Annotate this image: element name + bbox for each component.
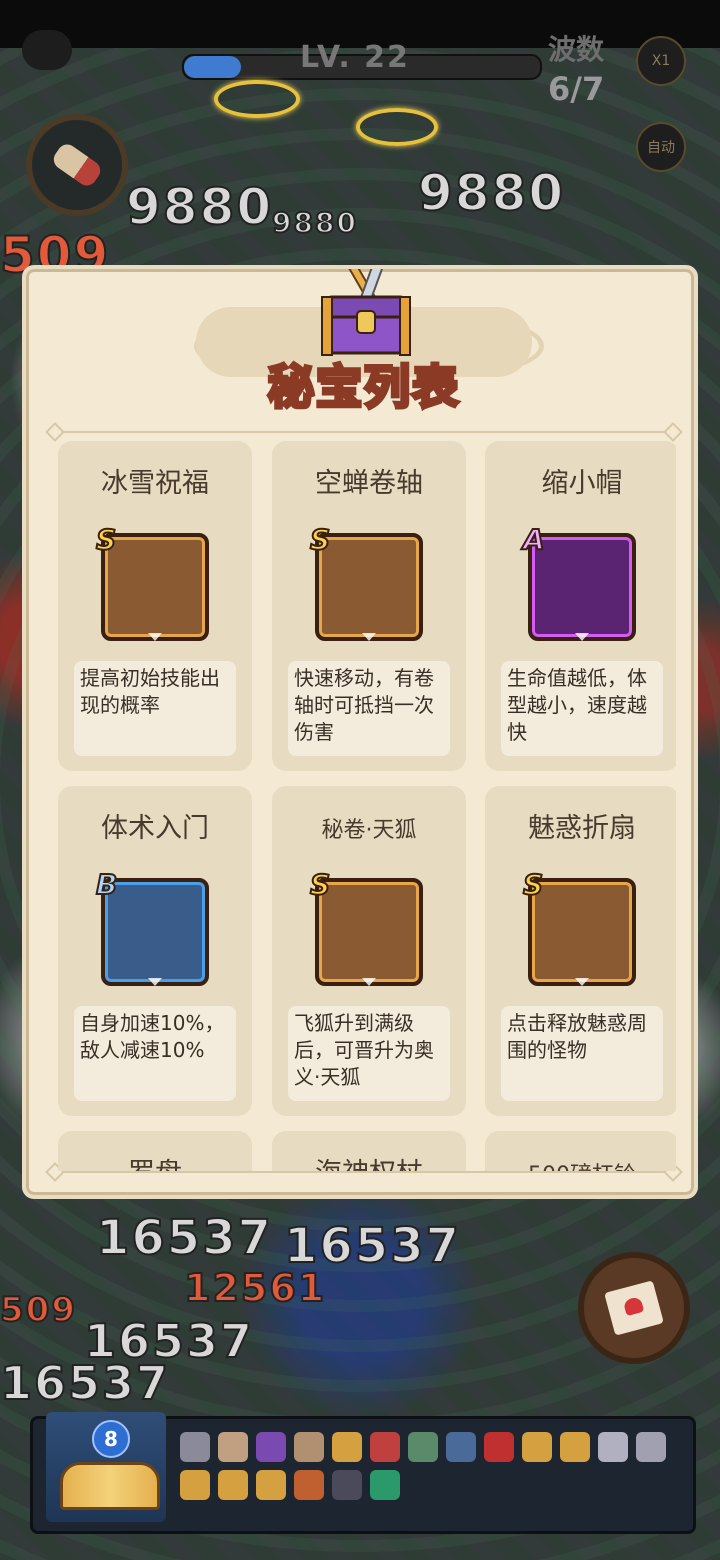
gold-ring-effect [356,108,438,146]
inventory-treasure-icon[interactable] [522,1432,552,1462]
treasure-card[interactable]: 罗盘 [58,1131,252,1171]
divider-top [54,431,674,433]
treasure-description: 提高初始技能出现的概率 [74,661,236,756]
inventory-treasure-icon[interactable] [256,1432,286,1462]
treasure-name: 罗盘 [58,1151,252,1171]
grade-badge: S [309,522,331,557]
pointer-arrow [148,978,162,986]
scroll-skill-button[interactable] [26,114,128,216]
treasure-grid[interactable]: 冰雪祝福 S 提高初始技能出现的概率 空蝉卷轴 S 快速移动，有卷轴时可抵挡一次伤害 缩小帽… [58,441,676,1171]
treasure-list-dialog: 秘宝列表 冰雪祝福 S 提高初始技能出现的概率 空蝉卷轴 S 快速移动，有卷轴时可抵挡一次… [22,265,698,1199]
treasure-name: 海神权杖 [272,1151,466,1171]
inventory-treasure-icon[interactable] [294,1432,324,1462]
treasure-description: 点击释放魅惑周围的怪物 [501,1006,663,1101]
inventory-treasure-icon[interactable] [408,1432,438,1462]
treasure-name: 魅惑折扇 [528,813,636,844]
pointer-arrow [575,978,589,986]
dialog-title: 秘宝列表 [266,358,460,416]
divider-bottom [54,1171,674,1173]
pointer-arrow [575,633,589,641]
treasure-card[interactable]: 冰雪祝福 S 提高初始技能出现的概率 [58,441,252,771]
treasure-chest-icon [321,269,411,356]
treasure-description: 快速移动，有卷轴时可抵挡一次伤害 [288,661,450,756]
speed-button[interactable]: X1 [636,36,686,86]
damage-number: 9880 [417,163,566,223]
inventory-treasure-icon[interactable] [218,1432,248,1462]
damage-number: 9880 [125,177,274,237]
scroll-icon [315,533,423,641]
inventory-treasure-icon[interactable] [560,1432,590,1462]
damage-number: 12561 [183,1265,327,1311]
speed-label: X1 [651,53,671,69]
damage-number: 16537 [95,1209,273,1267]
treasure-card[interactable]: 空蝉卷轴 S 快速移动，有卷轴时可抵挡一次伤害 [272,441,466,771]
inventory-treasure-icon[interactable] [636,1432,666,1462]
inventory-row [180,1470,400,1500]
grade-badge: S [95,522,117,557]
scroll-icon [49,140,105,190]
treasure-card[interactable]: 体术入门 B 自身加速10%，敌人减速10% [58,786,252,1116]
level-progress-fill [184,56,241,78]
treasure-name: 秘卷·天狐 [321,818,417,843]
treasure-card[interactable]: 海神权杖 [272,1131,466,1171]
gold-ring-effect [214,80,300,118]
grade-badge: B [95,867,118,902]
damage-number: 509 [0,1289,77,1331]
fox-scroll-icon [315,878,423,986]
inventory-treasure-icon[interactable] [446,1432,476,1462]
inventory-treasure-icon[interactable] [332,1432,362,1462]
treasure-name: 空蝉卷轴 [315,468,423,499]
inventory-treasure-icon[interactable] [294,1470,324,1500]
treasure-card[interactable]: 魅惑折扇 S 点击释放魅惑周围的怪物 [485,786,676,1116]
open-book-icon [60,1462,160,1510]
level-label: LV. 22 [300,40,410,75]
treasure-card[interactable]: 秘卷·天狐 S 飞狐升到满级后，可晋升为奥义·天狐 [272,786,466,1116]
charm-fan-icon [604,1280,664,1336]
pointer-arrow [362,633,376,641]
inventory-treasure-icon[interactable] [218,1470,248,1500]
grade-badge: A [522,522,546,557]
treasure-name: 500磅杠铃 [485,1157,676,1171]
pointer-arrow [362,978,376,986]
treasure-name: 缩小帽 [541,468,623,499]
charm-fan-icon [528,878,636,986]
pointer-arrow [148,633,162,641]
treasure-name: 冰雪祝福 [101,468,209,499]
treasure-count-badge: 8 [92,1420,130,1458]
inventory-treasure-icon[interactable] [256,1470,286,1500]
inventory-treasure-icon[interactable] [332,1470,362,1500]
treasure-card[interactable]: 500磅杠铃 [485,1131,676,1171]
wave-count: 6/7 [548,70,605,108]
damage-number: 9880 [271,205,358,240]
inventory-treasure-icon[interactable] [180,1432,210,1462]
grade-badge: S [522,867,544,902]
auto-button[interactable]: 自动 [636,122,686,172]
charm-fan-skill-button[interactable] [578,1252,690,1364]
treasure-description: 自身加速10%，敌人减速10% [74,1006,236,1101]
auto-label: 自动 [647,140,675,156]
grade-badge: S [309,867,331,902]
inventory-row [180,1432,666,1462]
snow-blessing-icon [101,533,209,641]
inventory-treasure-icon[interactable] [370,1470,400,1500]
wave-label: 波数 [548,33,605,66]
treasure-description: 飞狐升到满级后，可晋升为奥义·天狐 [288,1006,450,1101]
treasure-card[interactable]: 缩小帽 A 生命值越低，体型越小，速度越快 [485,441,676,771]
inventory-treasure-icon[interactable] [180,1470,210,1500]
inventory-treasure-icon[interactable] [598,1432,628,1462]
inventory-treasure-icon[interactable] [370,1432,400,1462]
damage-number: 16537 [0,1355,171,1411]
treasure-description: 生命值越低，体型越小，速度越快 [501,661,663,756]
treasure-name: 体术入门 [101,813,209,844]
inventory-treasure-icon[interactable] [484,1432,514,1462]
pause-button[interactable] [22,30,72,70]
